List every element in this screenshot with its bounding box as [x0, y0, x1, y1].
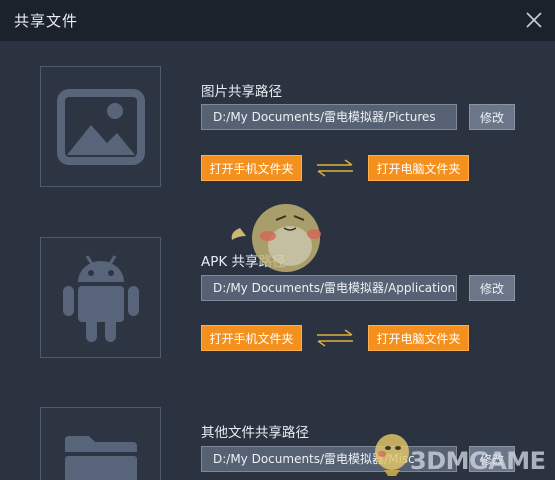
- apk-edit-button[interactable]: 修改: [469, 275, 515, 301]
- apk-open-phone-folder-button[interactable]: 打开手机文件夹: [201, 325, 302, 351]
- swap-arrows-icon: [317, 329, 353, 347]
- watermark-small-mascot-icon: [375, 434, 409, 476]
- other-share-label: 其他文件共享路径: [201, 425, 309, 441]
- other-share-section: 其他文件共享路径 D:/My Documents/雷电模拟器/Misc 修改: [0, 0, 555, 480]
- watermark-mascot-icon: [231, 204, 321, 272]
- folder-icon: [64, 436, 137, 480]
- watermark-text: 3DMGAME: [410, 447, 546, 475]
- apk-path-value: D:/My Documents/雷电模拟器/Applications: [213, 281, 457, 295]
- android-icon-box: [40, 237, 161, 358]
- folder-icon-box: [40, 407, 161, 480]
- android-icon: [62, 254, 139, 342]
- apk-open-pc-folder-button[interactable]: 打开电脑文件夹: [368, 325, 469, 351]
